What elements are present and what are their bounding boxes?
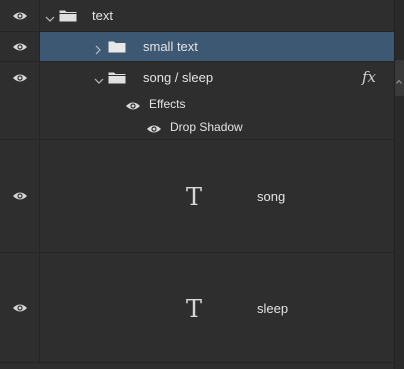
layer-name: song / sleep (143, 70, 214, 85)
effects-eye-icon[interactable] (125, 100, 141, 112)
visibility-column (0, 0, 40, 31)
eye-icon[interactable] (12, 41, 28, 53)
scrollbar-track[interactable] (394, 0, 404, 369)
visibility-column (0, 140, 40, 252)
visibility-column (0, 62, 40, 139)
layer-row-song-sleep[interactable]: song / sleep fx Effects Drop Shadow (0, 62, 394, 140)
layer-name: small text (143, 39, 198, 54)
fx-icon[interactable]: fx (362, 68, 376, 86)
text-layer-thumbnail: T (186, 295, 203, 323)
eye-icon[interactable] (12, 302, 28, 314)
chevron-right-icon[interactable] (93, 42, 103, 55)
folder-icon (59, 9, 77, 22)
layer-name: sleep (257, 301, 289, 316)
folder-icon (108, 71, 126, 84)
layer-row-song[interactable]: T song (0, 140, 394, 253)
visibility-column (0, 253, 40, 362)
text-layer-thumbnail: T (186, 183, 203, 211)
eye-icon[interactable] (12, 190, 28, 202)
chevron-down-icon[interactable] (45, 11, 55, 22)
layer-row-sleep[interactable]: T sleep (0, 253, 394, 363)
scroll-up-arrow-icon[interactable] (396, 72, 402, 84)
drop-shadow-label: Drop Shadow (170, 120, 243, 134)
layers-panel: text small text song / sleep fx Effects … (0, 0, 404, 369)
layer-name: song (257, 189, 286, 204)
layer-row-text[interactable]: text (0, 0, 394, 32)
eye-icon[interactable] (12, 10, 28, 22)
layer-row-small-text[interactable]: small text (0, 32, 394, 62)
folder-icon (108, 40, 126, 53)
chevron-down-icon[interactable] (94, 73, 104, 84)
eye-icon[interactable] (12, 72, 28, 84)
visibility-column (0, 32, 40, 61)
effects-label: Effects (149, 97, 186, 111)
drop-shadow-eye-icon[interactable] (146, 123, 162, 135)
layer-name: text (92, 8, 113, 23)
